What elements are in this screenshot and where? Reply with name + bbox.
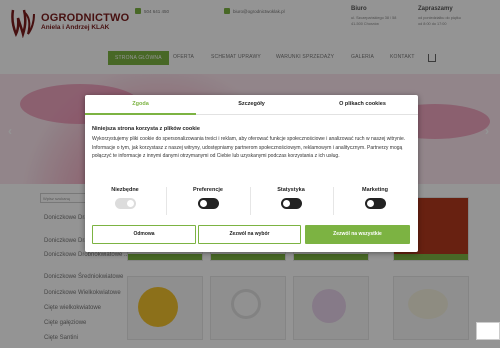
category-marketing: Marketing [345,187,405,214]
category-label: Marketing [362,187,388,193]
category-label: Niezbędne [111,187,139,193]
toggle-knob [366,200,374,207]
allow-all-button[interactable]: Zezwól na wszystkie [305,225,410,244]
category-statistics: Statystyka [261,187,321,214]
category-label: Statystyka [277,187,305,193]
category-necessary: Niezbędne [95,187,155,214]
toggle-knob [126,200,134,207]
toggle-marketing[interactable] [364,198,386,209]
toggle-knob [199,200,207,207]
toggle-statistics[interactable] [280,198,302,209]
cookie-dialog-text: Wykorzystujemy pliki cookie do spersonal… [92,136,406,159]
recaptcha-badge [476,322,500,340]
cookie-tabs: Zgoda Szczegóły O plikach cookies [85,95,418,115]
toggle-preferences[interactable] [197,198,219,209]
category-label: Preferencje [193,187,223,193]
toggle-knob [282,200,290,207]
divider [166,187,167,215]
allow-selection-button[interactable]: Zezwól na wybór [198,225,301,244]
cookie-dialog-title: Niniejsza strona korzysta z plików cooki… [92,126,200,132]
category-preferences: Preferencje [178,187,238,214]
cookie-consent-dialog: Zgoda Szczegóły O plikach cookies Niniej… [85,95,418,252]
active-tab-indicator [85,113,196,115]
tab-about-cookies[interactable]: O plikach cookies [307,101,418,107]
divider [333,187,334,215]
tab-consent[interactable]: Zgoda [85,101,196,107]
divider [250,187,251,215]
tab-details[interactable]: Szczegóły [196,101,307,107]
toggle-necessary [114,198,136,209]
decline-button[interactable]: Odmowa [92,225,196,244]
